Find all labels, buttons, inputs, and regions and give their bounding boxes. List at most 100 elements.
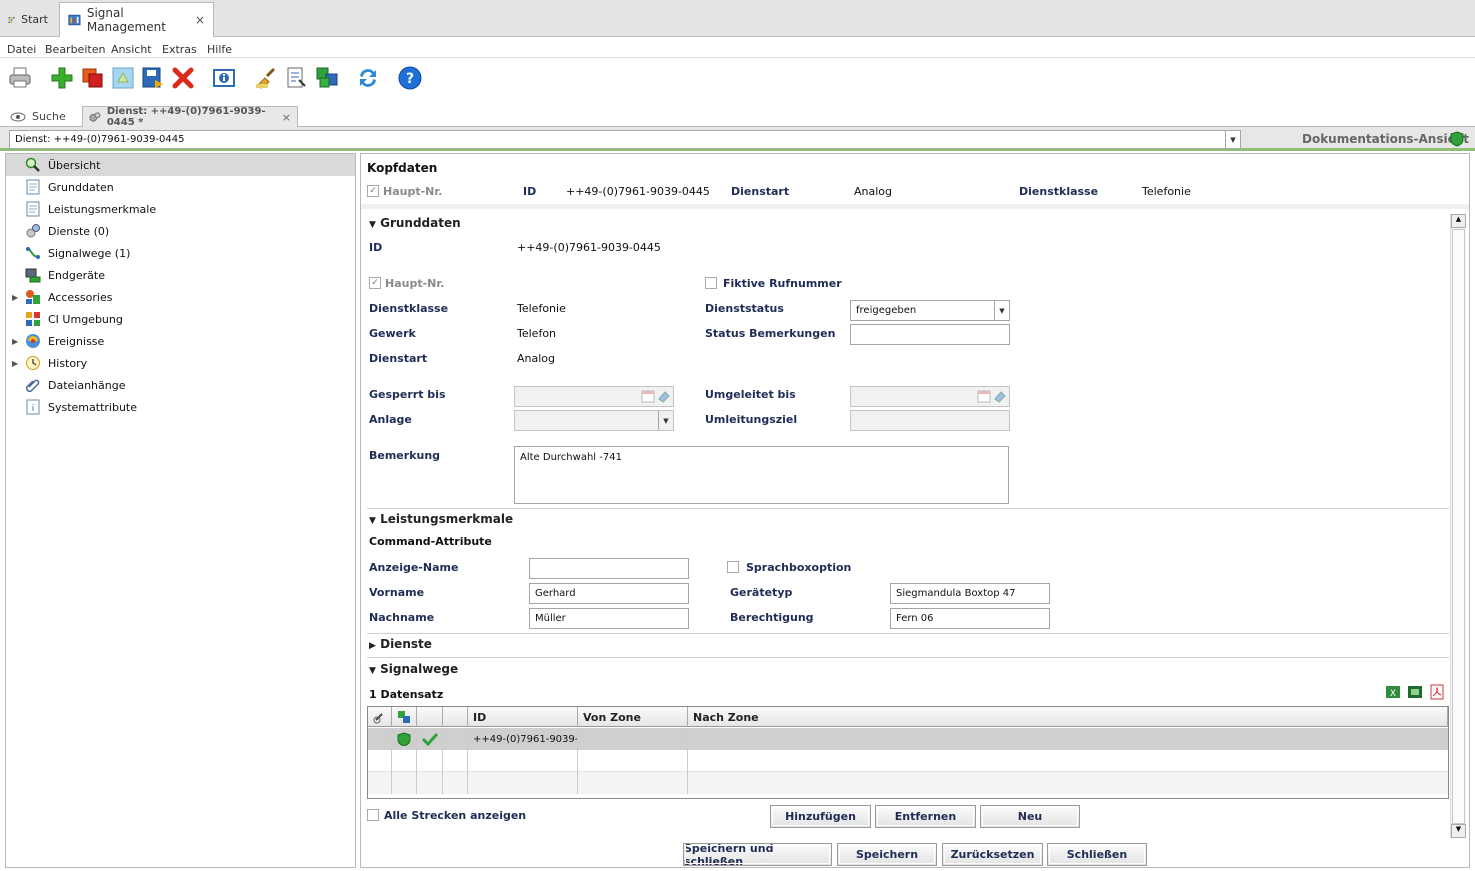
tree-item-accessories[interactable]: ▶ Accessories [6,286,355,308]
entfernen-button[interactable]: Entfernen [875,805,976,828]
menu-datei[interactable]: Datei [7,43,36,56]
scroll-up-icon[interactable]: ▲ [1451,214,1466,228]
table-row[interactable]: ++49-(0)7961-9039-0 [368,728,1448,750]
tree-item-leistungsmerkmale[interactable]: Leistungsmerkmale [6,198,355,220]
berechtigung-input[interactable]: Fern 06 [890,608,1050,629]
alle-strecken-checkbox[interactable] [367,809,379,821]
scroll-thumb[interactable] [1452,229,1465,824]
attributes-icon: i [25,399,41,415]
tree-item-systemattribute[interactable]: i Systemattribute [6,396,355,418]
haupt-nr-label: Haupt-Nr. [383,185,443,198]
add-icon[interactable] [49,65,75,91]
eraser-icon[interactable] [993,389,1007,406]
tree-item-dienste-0[interactable]: Dienste (0) [6,220,355,242]
anzeige-name-input[interactable] [529,558,689,579]
tree-item-übersicht[interactable]: Übersicht [6,154,355,176]
chevron-down-icon[interactable]: ▼ [994,301,1009,320]
dienste-title: Dienste [380,637,432,651]
dienst-select[interactable]: Dienst: ++49-(0)7961-9039-0445 ▼ [9,130,1241,149]
grund-haupt-nr-checkbox[interactable]: ✓ [369,277,381,289]
schliessen-button[interactable]: Schließen [1047,843,1147,866]
row-cell [443,728,468,750]
col-von-zone[interactable]: Von Zone [578,707,688,727]
tab-start[interactable]: Start [0,2,56,37]
info-icon[interactable] [211,65,237,91]
nachname-input[interactable]: Müller [529,608,689,629]
grunddaten-section-header[interactable]: ▼ Grunddaten [369,216,461,230]
dienststatus-select[interactable]: freigegeben ▼ [850,300,1010,321]
tab-suche[interactable]: Suche [4,106,72,127]
bemerkung-textarea[interactable]: Alte Durchwahl -741 [514,446,1009,504]
umgeleitet-bis-date-input[interactable] [850,386,1010,407]
dienste-section-header[interactable]: ▶ Dienste [369,637,432,651]
tree-item-signalwege-1[interactable]: Signalwege (1) [6,242,355,264]
hinzufuegen-button[interactable]: Hinzufügen [770,805,871,828]
tab-signal-management[interactable]: Signal Management × [59,2,214,37]
neu-button[interactable]: Neu [980,805,1080,828]
delete-icon[interactable] [170,65,196,91]
empty-row [368,750,1448,772]
menu-hilfe[interactable]: Hilfe [207,43,232,56]
tree-item-dateianhänge[interactable]: Dateianhänge [6,374,355,396]
cleanup-icon[interactable] [253,65,279,91]
chevron-down-icon[interactable]: ▼ [658,411,673,430]
col-extra[interactable] [443,707,468,727]
tree-item-ereignisse[interactable]: ▶ Ereignisse [6,330,355,352]
geraetetyp-input[interactable]: Siegmandula Boxtop 47 [890,583,1050,604]
expand-arrow-icon[interactable]: ▶ [12,337,18,346]
anlage-select[interactable]: ▼ [514,410,674,431]
calendar-icon[interactable] [641,389,655,406]
grund-id-value: ++49-(0)7961-9039-0445 [517,241,661,254]
vertical-scrollbar[interactable]: ▲ ▼ [1450,214,1466,838]
menu-ansicht[interactable]: Ansicht [111,43,152,56]
view-mode-label[interactable]: Dokumentations-Ansicht [1302,132,1469,146]
umleitungsziel-input[interactable] [850,410,1010,431]
menu-extras[interactable]: Extras [162,43,197,56]
tree-item-endgeräte[interactable]: Endgeräte [6,264,355,286]
close-tab-icon[interactable]: × [282,111,291,124]
gesperrt-bis-date-input[interactable] [514,386,674,407]
tab-dienst[interactable]: Dienst: ++49-(0)7961-9039-0445 * × [82,106,298,128]
bemerkung-label: Bemerkung [369,449,441,462]
scroll-down-icon[interactable]: ▼ [1451,824,1466,838]
col-status[interactable] [417,707,443,727]
tree-item-label: CI Umgebung [48,312,123,326]
leistungsmerkmale-section-header[interactable]: ▼ Leistungsmerkmale [369,512,513,526]
menu-bearbeiten[interactable]: Bearbeiten [45,43,105,56]
refresh-icon[interactable] [355,65,381,91]
excel-export-icon[interactable]: X [1385,684,1401,703]
modules-icon[interactable] [314,65,340,91]
col-id[interactable]: ID [468,707,578,727]
col-nach-zone[interactable]: Nach Zone [688,707,1448,727]
zuruecksetzen-button[interactable]: Zurücksetzen [942,843,1043,866]
edit-icon[interactable] [110,65,136,91]
tree-item-grunddaten[interactable]: Grunddaten [6,176,355,198]
col-modules-icon[interactable] [392,707,417,727]
excel-export-all-icon[interactable] [1407,684,1423,703]
help-icon[interactable]: ? [397,65,423,91]
dienst-header-bar: Dienst: ++49-(0)7961-9039-0445 ▼ Dokumen… [0,127,1475,151]
fiktive-rufnummer-checkbox[interactable] [705,277,717,289]
speichern-button[interactable]: Speichern [837,843,937,866]
calendar-icon[interactable] [977,389,991,406]
tree-item-ci-umgebung[interactable]: CI Umgebung [6,308,355,330]
col-link-icon[interactable] [368,707,392,727]
close-tab-icon[interactable]: × [195,13,205,27]
tree-item-history[interactable]: ▶ History [6,352,355,374]
eraser-icon[interactable] [657,389,671,406]
signalwege-section-header[interactable]: ▼ Signalwege [369,662,458,676]
haupt-nr-checkbox[interactable]: ✓ [367,185,379,197]
sprachboxoption-checkbox[interactable] [727,561,739,573]
vorname-input[interactable]: Gerhard [529,583,689,604]
print-icon[interactable] [7,65,33,91]
status-bemerkungen-input[interactable] [850,324,1010,345]
report-icon[interactable] [284,65,310,91]
chevron-down-icon[interactable]: ▼ [1225,131,1240,148]
expand-arrow-icon[interactable]: ▶ [12,359,18,368]
save-icon[interactable] [140,65,166,91]
speichern-und-schliessen-button[interactable]: Speichern und schließen [683,842,832,868]
pdf-export-icon[interactable] [1429,684,1445,703]
history-icon [25,355,41,371]
copy-icon[interactable] [80,65,106,91]
expand-arrow-icon[interactable]: ▶ [12,293,18,302]
